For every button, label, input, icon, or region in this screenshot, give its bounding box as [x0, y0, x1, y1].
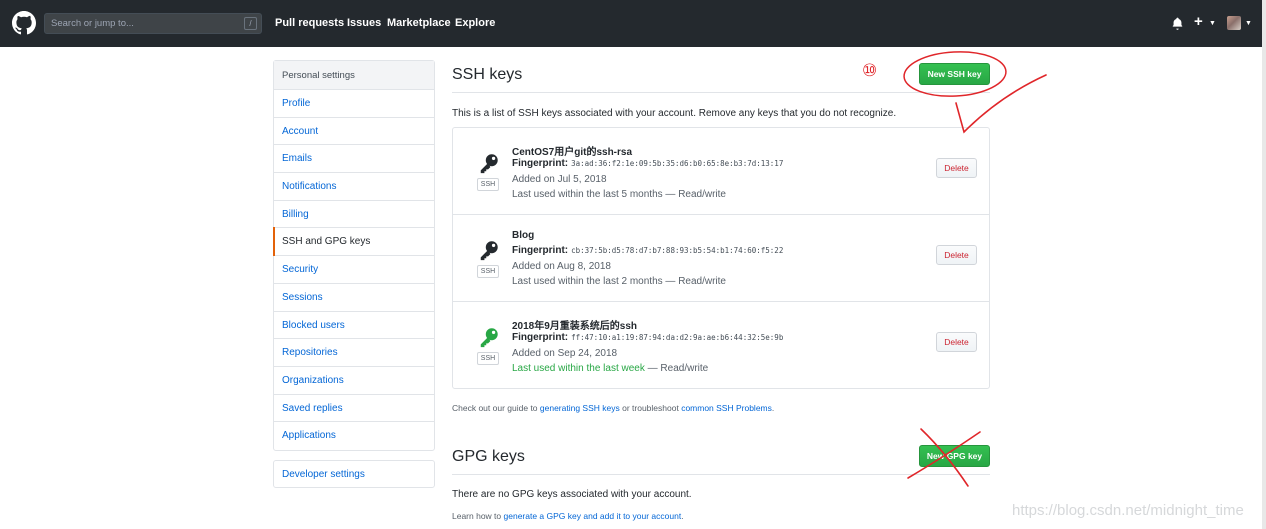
ssh-key-added: Added on Aug 8, 2018	[512, 261, 611, 272]
plus-icon[interactable]: +	[1194, 13, 1203, 30]
sidebar-item-organizations[interactable]: Organizations	[274, 367, 434, 395]
gpg-keys-title: GPG keys	[452, 448, 525, 465]
nav-pull-requests[interactable]: Pull requests	[275, 17, 344, 29]
ssh-key-added: Added on Sep 24, 2018	[512, 348, 618, 359]
delete-key-button[interactable]: Delete	[936, 245, 977, 265]
ssh-badge: SSH	[477, 265, 499, 278]
sidebar-item-saved-replies[interactable]: Saved replies	[274, 395, 434, 423]
nav-issues[interactable]: Issues	[347, 17, 381, 29]
common-ssh-problems-link[interactable]: common SSH Problems	[681, 403, 772, 413]
settings-sidebar: Personal settings Profile Account Emails…	[273, 60, 435, 451]
sidebar-item-profile[interactable]: Profile	[274, 90, 434, 118]
ssh-key-fingerprint: Fingerprint: cb:37:5b:d5:78:d7:b7:88:93:b…	[512, 245, 783, 256]
bell-icon[interactable]	[1172, 17, 1183, 30]
sidebar-item-security[interactable]: Security	[274, 256, 434, 284]
ssh-key-title: 2018年9月重装系统后的ssh	[512, 321, 638, 332]
gpg-guide-prefix: Learn how to	[452, 511, 504, 521]
chevron-down-icon[interactable]: ▼	[1209, 20, 1216, 27]
fingerprint-value: ff:47:10:a1:19:87:94:da:d2:9a:ae:b6:44:3…	[571, 333, 784, 342]
ssh-title-divider	[452, 92, 990, 93]
ssh-badge: SSH	[477, 178, 499, 191]
last-used-text: Last used within the last 5 months	[512, 189, 663, 200]
new-gpg-key-button[interactable]: New GPG key	[919, 445, 990, 467]
sidebar-item-account[interactable]: Account	[274, 118, 434, 146]
ssh-key-list: SSH CentOS7用户git的ssh-rsa Fingerprint: 3a:…	[452, 127, 990, 389]
top-navbar: Search or jump to... / Pull requests Iss…	[0, 0, 1266, 47]
delete-key-button[interactable]: Delete	[936, 158, 977, 178]
sidebar-item-repositories[interactable]: Repositories	[274, 339, 434, 367]
ssh-guide-middle: or troubleshoot	[619, 403, 682, 413]
sidebar-item-ssh-gpg-keys[interactable]: SSH and GPG keys	[273, 227, 434, 257]
gpg-guide-suffix: .	[681, 511, 684, 521]
ssh-badge: SSH	[477, 352, 499, 365]
last-used-text: Last used within the last week	[512, 363, 645, 374]
annotation-number: ⑩	[862, 61, 878, 81]
nav-explore[interactable]: Explore	[455, 17, 495, 29]
ssh-key-row: SSH 2018年9月重装系统后的ssh Fingerprint: ff:47:1…	[453, 302, 989, 389]
fingerprint-value: 3a:ad:36:f2:1e:09:5b:35:d6:b0:65:8e:b3:7…	[571, 159, 784, 168]
ssh-key-added: Added on Jul 5, 2018	[512, 174, 607, 185]
key-icon	[480, 328, 498, 348]
generate-gpg-key-link[interactable]: generate a GPG key and add it to your ac…	[504, 511, 682, 521]
sidebar-item-sessions[interactable]: Sessions	[274, 284, 434, 312]
nav-marketplace[interactable]: Marketplace	[387, 17, 451, 29]
access-level: — Read/write	[662, 276, 726, 287]
fingerprint-label: Fingerprint:	[512, 245, 569, 256]
watermark: https://blog.csdn.net/midnight_time	[1012, 502, 1244, 519]
ssh-key-fingerprint: Fingerprint: ff:47:10:a1:19:87:94:da:d2:9…	[512, 332, 783, 343]
avatar-chevron-down-icon[interactable]: ▼	[1245, 20, 1252, 27]
ssh-guide-prefix: Check out our guide to	[452, 403, 540, 413]
sidebar-item-blocked-users[interactable]: Blocked users	[274, 312, 434, 340]
ssh-intro-text: This is a list of SSH keys associated wi…	[452, 108, 897, 119]
scrollbar-edge[interactable]	[1262, 0, 1266, 529]
ssh-key-last-used: Last used within the last 2 months — Rea…	[512, 276, 726, 287]
ssh-key-last-used: Last used within the last week — Read/wr…	[512, 363, 708, 374]
key-icon	[480, 241, 498, 261]
ssh-keys-title: SSH keys	[452, 66, 523, 83]
ssh-guide-text: Check out our guide to generating SSH ke…	[452, 403, 774, 413]
gpg-guide-text: Learn how to generate a GPG key and add …	[452, 511, 684, 521]
access-level: — Read/write	[662, 189, 726, 200]
ssh-key-last-used: Last used within the last 5 months — Rea…	[512, 189, 726, 200]
last-used-text: Last used within the last 2 months	[512, 276, 663, 287]
gpg-title-divider	[452, 474, 990, 475]
delete-key-button[interactable]: Delete	[936, 332, 977, 352]
ssh-key-fingerprint: Fingerprint: 3a:ad:36:f2:1e:09:5b:35:d6:b…	[512, 158, 783, 169]
sidebar-heading: Personal settings	[274, 61, 434, 90]
sidebar-item-notifications[interactable]: Notifications	[274, 173, 434, 201]
ssh-guide-suffix: .	[771, 403, 775, 413]
search-placeholder: Search or jump to...	[51, 18, 134, 29]
fingerprint-label: Fingerprint:	[512, 158, 569, 169]
sidebar-item-applications[interactable]: Applications	[274, 422, 434, 450]
fingerprint-value: cb:37:5b:d5:78:d7:b7:88:93:b5:54:b1:74:6…	[571, 246, 784, 255]
key-icon	[480, 154, 498, 174]
access-level: — Read/write	[644, 363, 709, 374]
search-shortcut-hint: /	[244, 17, 257, 30]
ssh-key-title: CentOS7用户git的ssh-rsa	[512, 147, 633, 158]
new-ssh-key-button[interactable]: New SSH key	[919, 63, 990, 85]
gpg-empty-message: There are no GPG keys associated with yo…	[452, 489, 692, 500]
ssh-key-row: SSH CentOS7用户git的ssh-rsa Fingerprint: 3a:…	[453, 128, 989, 215]
ssh-key-row: SSH Blog Fingerprint: cb:37:5b:d5:78:d7:b…	[453, 215, 989, 302]
sidebar-item-developer-settings[interactable]: Developer settings	[273, 460, 435, 488]
sidebar-item-emails[interactable]: Emails	[274, 145, 434, 174]
fingerprint-label: Fingerprint:	[512, 332, 569, 343]
generating-ssh-keys-link[interactable]: generating SSH keys	[540, 403, 620, 413]
avatar[interactable]	[1227, 16, 1241, 30]
search-input[interactable]: Search or jump to... /	[44, 13, 262, 34]
sidebar-item-billing[interactable]: Billing	[274, 201, 434, 229]
github-logo-icon[interactable]	[12, 11, 36, 35]
ssh-key-title: Blog	[512, 230, 535, 241]
